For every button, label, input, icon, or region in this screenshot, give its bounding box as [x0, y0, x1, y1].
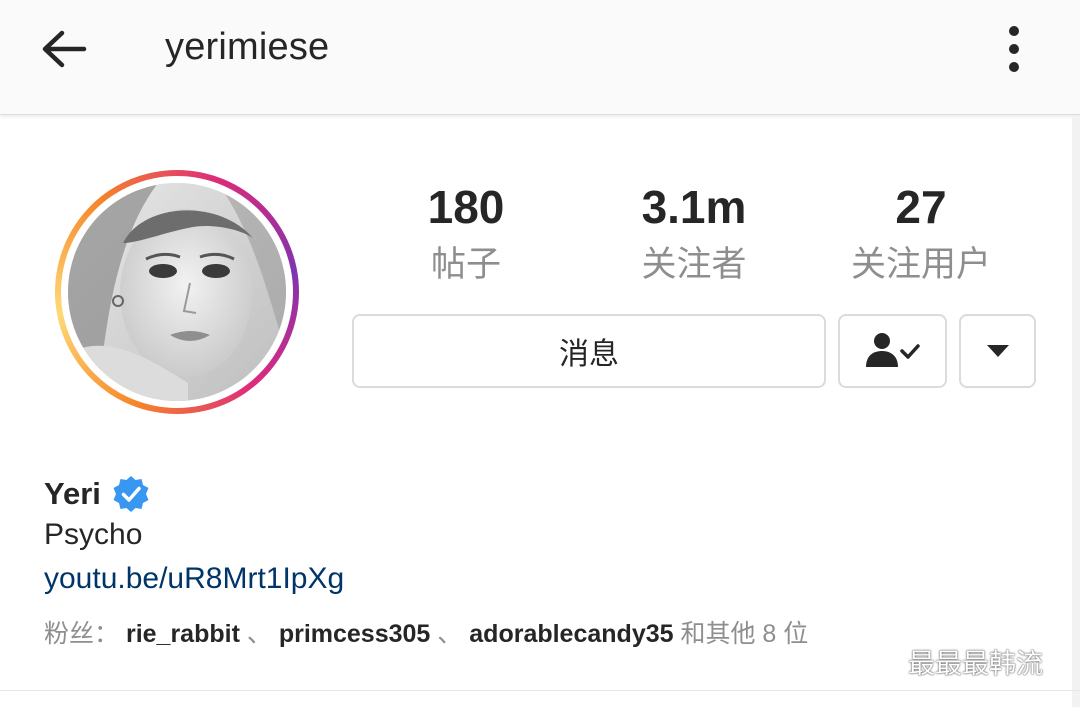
separator: 、	[246, 620, 272, 648]
back-button[interactable]	[36, 22, 92, 78]
separator: 、	[437, 620, 463, 648]
watermark: 最最最韩流	[862, 642, 1043, 681]
profile-bio: Psycho	[44, 518, 143, 551]
suggested-accounts-dropdown[interactable]	[959, 314, 1036, 388]
posts-count: 180	[427, 181, 505, 233]
full-name-text: Yeri	[44, 476, 101, 511]
top-app-bar: yerimiese	[0, 0, 1080, 115]
following-count: 27	[895, 181, 947, 233]
followers-count: 3.1m	[641, 181, 747, 233]
profile-username-title: yerimiese	[165, 26, 330, 68]
followers-label: 关注者	[641, 245, 747, 284]
verified-badge-icon	[113, 476, 149, 512]
more-vertical-icon	[1009, 26, 1019, 72]
caret-down-icon	[986, 345, 1009, 357]
followed-by-user[interactable]: rie_rabbit	[126, 620, 240, 648]
followed-by-suffix: 和其他 8 位	[680, 620, 809, 648]
scroll-edge	[1072, 116, 1080, 707]
followers-stat[interactable]: 3.1m 关注者	[594, 180, 794, 290]
followed-by-prefix: 粉丝：	[44, 620, 120, 648]
person-check-icon	[865, 333, 920, 367]
followed-by-user[interactable]: adorablecandy35	[469, 620, 673, 648]
section-divider	[0, 690, 1080, 691]
following-stat[interactable]: 27 关注用户	[821, 180, 1021, 290]
arrow-left-icon	[42, 30, 87, 68]
message-button[interactable]: 消息	[352, 314, 826, 388]
profile-website-link[interactable]: youtu.be/uR8Mrt1IpXg	[44, 562, 344, 596]
posts-label: 帖子	[430, 245, 501, 284]
story-ring[interactable]	[55, 170, 299, 414]
more-options-button[interactable]	[996, 22, 1036, 78]
following-toggle-button[interactable]	[838, 314, 947, 388]
following-label: 关注用户	[850, 245, 991, 284]
followed-by-user[interactable]: primcess305	[279, 620, 431, 648]
avatar-photo	[68, 183, 286, 401]
followed-by-line: 粉丝： rie_rabbit 、 primcess305 、 adorablec…	[44, 614, 808, 650]
watermark-text: 最最最韩流	[908, 649, 1043, 679]
posts-stat[interactable]: 180 帖子	[366, 180, 566, 290]
avatar-border	[61, 176, 293, 408]
profile-full-name: Yeri	[44, 474, 151, 514]
avatar	[68, 183, 286, 401]
wechat-icon	[862, 645, 901, 676]
